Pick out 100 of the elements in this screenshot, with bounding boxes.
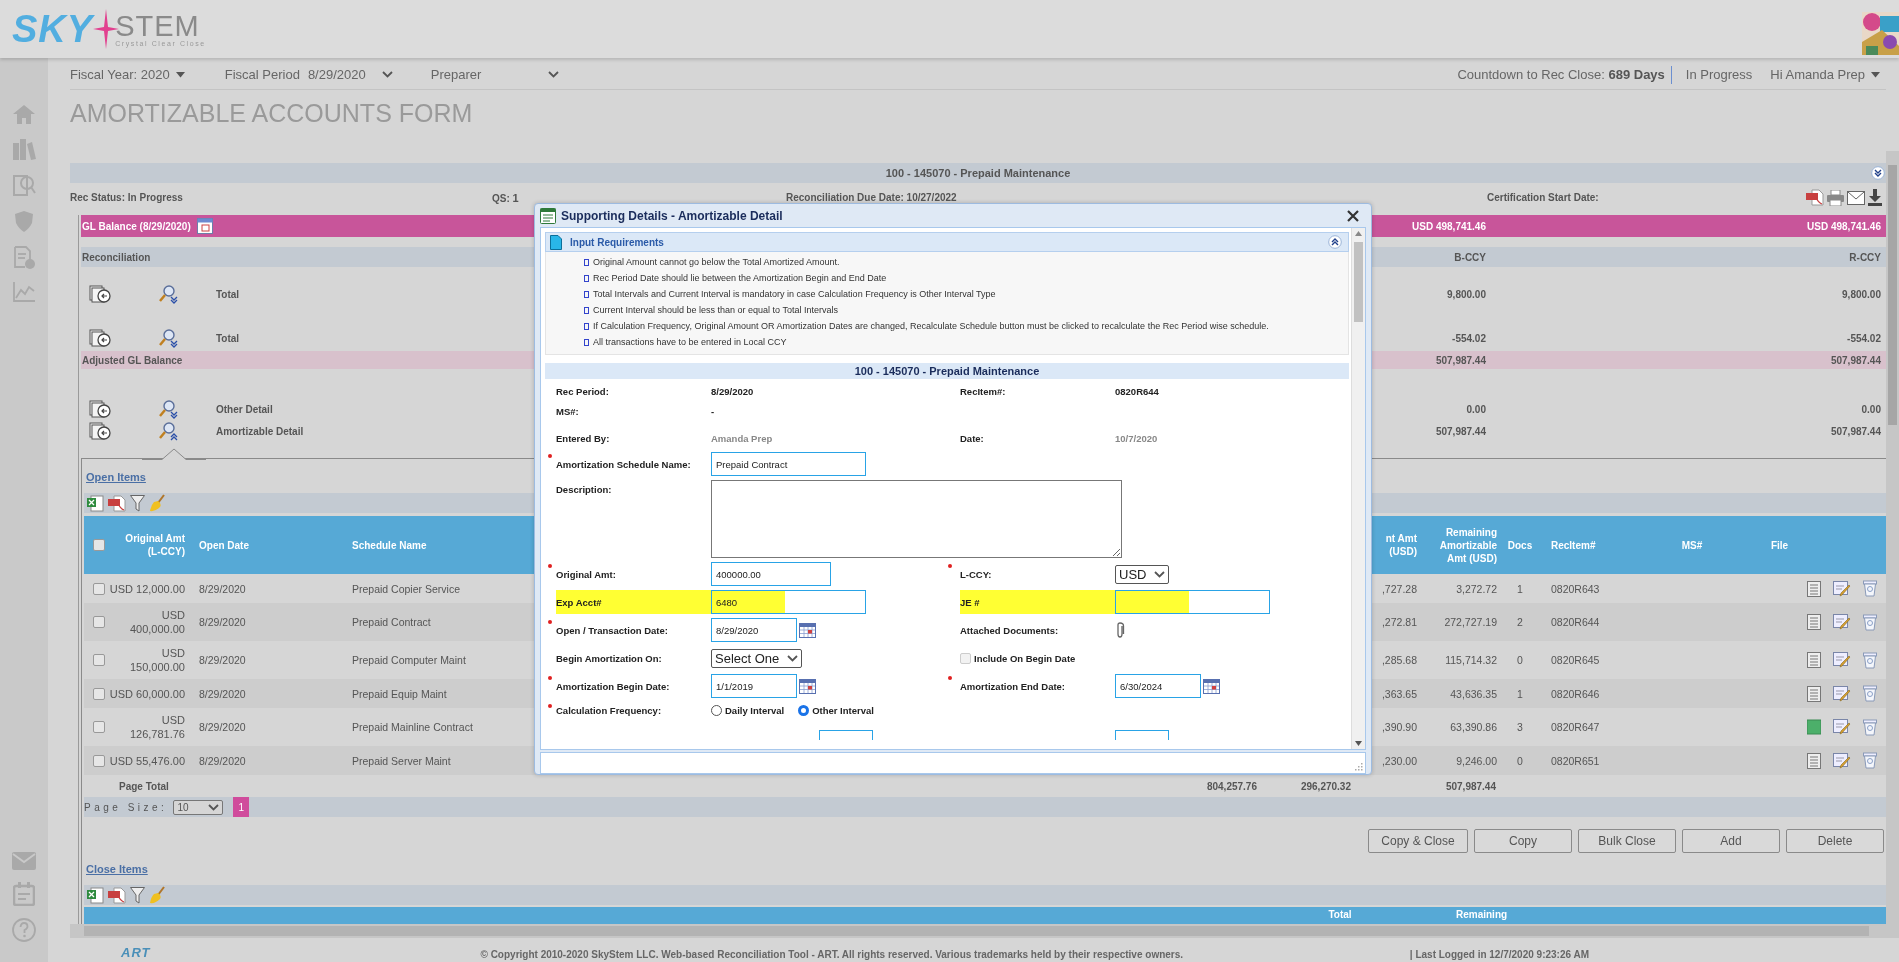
amount: 0.00 <box>1861 403 1881 415</box>
dialog-title: Supporting Details - Amortizable Detail <box>561 208 783 223</box>
action-button[interactable]: Copy & Close <box>1368 829 1468 853</box>
fiscal-year-dropdown[interactable]: Fiscal Year: 2020 <box>70 67 185 82</box>
table-cell-text: 8/29/2020 <box>198 720 247 734</box>
requirement-text: Original Amount cannot go below the Total Amortized Amount. <box>593 257 840 267</box>
table-cell-text: 0820R646 <box>1550 686 1601 701</box>
amount: 507,987.44 <box>1435 425 1486 437</box>
table-cell-text: USD 150,000.00 <box>128 646 186 675</box>
fiscal-period-dropdown[interactable]: 8/29/2020 <box>307 67 393 82</box>
column-header: RecItem# <box>1550 538 1597 552</box>
field-value: - <box>711 405 716 417</box>
table-cell-text: Prepaid Equip Maint <box>351 686 448 701</box>
page-number[interactable]: 1 <box>233 797 250 817</box>
status-text: In Progress <box>1685 67 1753 82</box>
open-items-link[interactable]: Open Items <box>86 471 146 483</box>
table-cell-text: ,272.81 <box>1380 615 1418 629</box>
text-field[interactable]: 400000.00 <box>711 562 831 586</box>
field-label: Amortization Schedule Name: <box>556 457 692 472</box>
page-title: AMORTIZABLE ACCOUNTS FORM <box>70 99 473 128</box>
total-amount: 507,987.44 <box>1445 780 1496 792</box>
date-field[interactable]: 8/29/2020 <box>711 618 797 642</box>
role-dropdown[interactable]: Preparer <box>430 67 559 82</box>
field-value: 8/29/2020 <box>711 385 755 397</box>
text-field[interactable]: Prepaid Contract <box>711 452 866 476</box>
select-field[interactable]: Select One <box>711 648 803 668</box>
column-header: Original Amt (L-CCY) <box>124 532 186 558</box>
radio-option[interactable]: Other Interval <box>798 705 874 717</box>
date-field[interactable]: 6/30/2024 <box>1115 674 1201 698</box>
logo-text: STEM <box>115 11 200 40</box>
column-header: Remaining <box>1456 909 1508 920</box>
table-cell-text: Prepaid Server Maint <box>351 753 452 768</box>
close-items-link[interactable]: Close Items <box>86 863 148 875</box>
action-button[interactable]: Add <box>1682 829 1780 853</box>
action-button[interactable]: Bulk Close <box>1578 829 1676 853</box>
table-cell-text: 8/29/2020 <box>198 615 247 629</box>
table-cell-text: ,727.28 <box>1380 581 1418 596</box>
checkbox-label: Include On Begin Date <box>974 652 1076 664</box>
column-header: R-CCY <box>1849 251 1881 263</box>
amount: USD 498,741.46 <box>1412 220 1486 232</box>
rec-status: Rec Status: In Progress <box>70 192 183 203</box>
column-header: Schedule Name <box>351 538 428 552</box>
column-header: Total <box>1328 909 1352 920</box>
field-label: Amortization End Date: <box>960 679 1067 694</box>
column-header: Docs <box>1506 538 1534 552</box>
table-cell-text: 0820R645 <box>1550 653 1601 667</box>
table-cell-text: 115,714.32 <box>1444 653 1498 667</box>
logo-text: SKY <box>12 7 94 51</box>
column-header: Remaining Amortizable Amt (USD) <box>1438 525 1498 565</box>
field-label: Original Amt: <box>556 567 617 582</box>
column-header: MS# <box>1680 538 1704 552</box>
page-total-label: Page Total <box>119 780 169 792</box>
certification-label: Certification Start Date: <box>1487 192 1599 203</box>
account-title: 100 - 145070 - Prepaid Maintenance <box>885 167 1071 179</box>
select-field[interactable]: USD <box>1115 564 1170 584</box>
field-label: Exp Acct# <box>556 590 711 614</box>
table-cell-text: Prepaid Computer Maint <box>351 653 467 667</box>
table-cell-text: ,230.00 <box>1380 753 1418 768</box>
amount: 0.00 <box>1466 403 1486 415</box>
text-field[interactable]: 6480 <box>711 590 866 614</box>
field-label: Calculation Frequency: <box>556 704 663 719</box>
last-logged-text: | Last Logged in 12/7/2020 9:23:26 AM <box>1409 949 1589 960</box>
table-cell-text: ,285.68 <box>1380 653 1418 667</box>
user-menu[interactable]: Hi Amanda Prep <box>1770 67 1880 82</box>
amount: -554.02 <box>1847 332 1881 344</box>
table-cell-text: USD 55,476.00 <box>108 753 186 769</box>
column-header: nt Amt (USD) <box>1384 532 1418 558</box>
radio-option[interactable]: Daily Interval <box>711 705 785 717</box>
amount: 507,987.44 <box>1830 425 1881 437</box>
requirement-text: Total Intervals and Current Interval is mandatory in case Calculation Frequency is Other Interval Type <box>593 289 996 299</box>
date-field[interactable]: 1/1/2019 <box>711 674 797 698</box>
gl-balance-label: GL Balance (8/29/2020) <box>82 220 191 232</box>
column-header: B-CCY <box>1454 251 1486 263</box>
column-header: Open Date <box>198 538 250 552</box>
table-cell-text: 0820R647 <box>1550 720 1601 734</box>
page-size-select[interactable]: 10 <box>173 799 224 815</box>
total-amount: 296,270.32 <box>1300 780 1351 792</box>
table-cell-text: 0 <box>1516 653 1524 667</box>
table-cell-text: 3 <box>1516 720 1524 734</box>
action-button[interactable]: Copy <box>1474 829 1572 853</box>
amount: 9,800.00 <box>1842 288 1881 300</box>
row-label: Total <box>216 332 240 344</box>
table-cell-text: 2 <box>1516 615 1524 629</box>
column-header: File <box>1769 538 1790 552</box>
amount: -554.02 <box>1452 332 1486 344</box>
table-cell-text: USD 60,000.00 <box>108 686 186 702</box>
field-label: JE # <box>960 590 1115 614</box>
table-cell-text: 63,390.86 <box>1449 720 1498 734</box>
row-label: Other Detail <box>216 403 273 415</box>
section-label: Reconciliation <box>82 251 151 263</box>
table-cell-text: 1 <box>1516 581 1524 596</box>
table-cell-text: USD 400,000.00 <box>128 608 186 637</box>
countdown-text: Countdown to Rec Close: 689 Days <box>1457 67 1665 82</box>
field-label: RecItem#: <box>960 384 1007 399</box>
requirement-text: Current Interval should be less than or equal to Total Intervals <box>593 305 838 315</box>
action-button[interactable]: Delete <box>1786 829 1884 853</box>
requirement-text: Rec Period Date should lie between the Amortization Begin and End Date <box>593 273 887 283</box>
section-title: Input Requirements <box>570 236 664 248</box>
due-date: Reconciliation Due Date: 10/27/2022 <box>786 192 957 203</box>
row-label: Total <box>216 288 240 300</box>
